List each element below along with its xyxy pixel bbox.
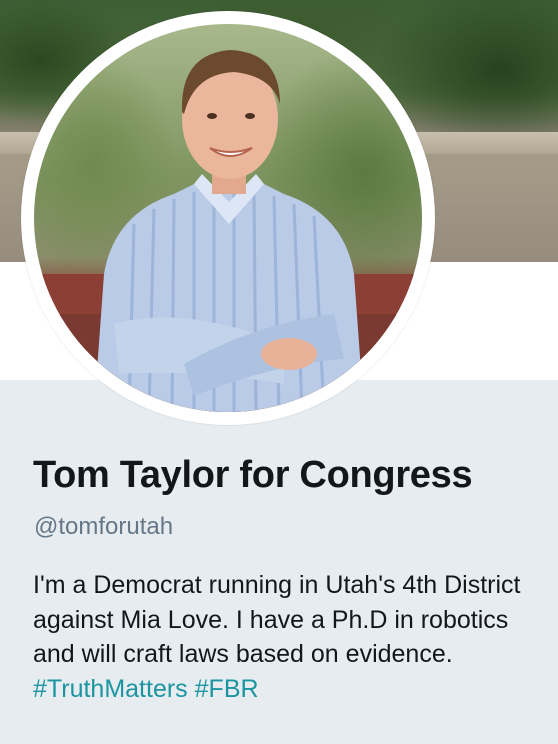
profile-name: Tom Taylor for Congress (33, 454, 473, 496)
profile-avatar[interactable] (21, 11, 435, 425)
hashtag-link[interactable]: #FBR (195, 675, 259, 703)
avatar-person-illustration (34, 50, 422, 412)
hashtag-link[interactable]: #TruthMatters (33, 675, 188, 703)
profile-bio: I'm a Democrat running in Utah's 4th Dis… (33, 568, 538, 706)
profile-handle[interactable]: @tomforutah (34, 513, 173, 541)
bio-text: I'm a Democrat running in Utah's 4th Dis… (33, 571, 521, 668)
avatar-photo (34, 24, 422, 412)
